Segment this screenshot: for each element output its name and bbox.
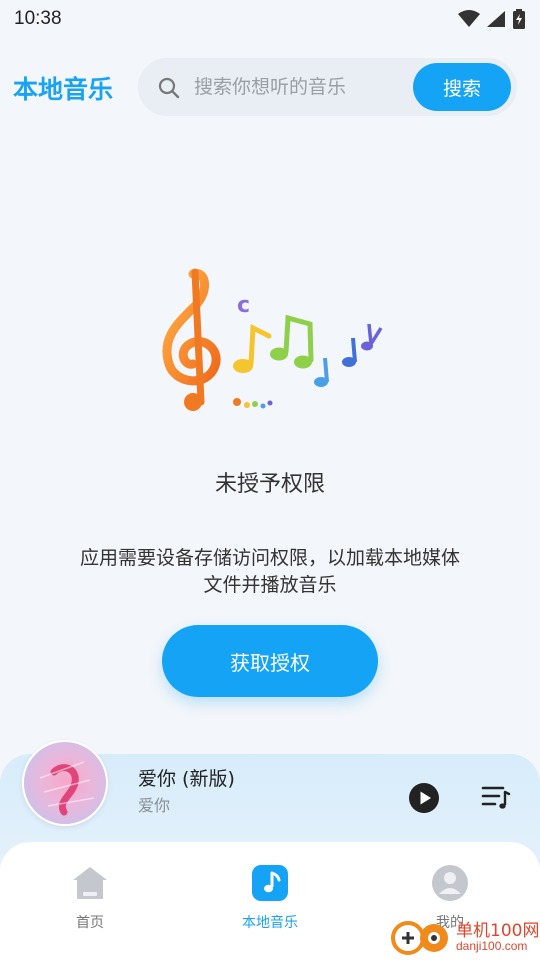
nav-item-local-music[interactable]: 本地音乐 <box>210 864 330 944</box>
permission-title: 未授予权限 <box>214 472 325 497</box>
watermark-name: 单机100网 <box>456 921 540 941</box>
search-input[interactable] <box>194 58 404 116</box>
watermark: 单机100网 danji100.com <box>388 912 540 960</box>
nav-label-local-music: 本地音乐 <box>242 915 298 931</box>
album-art[interactable] <box>22 740 108 826</box>
nav-item-home[interactable]: 首页 <box>30 864 150 944</box>
music-notes-illustration: c <box>155 262 390 422</box>
grant-permission-button[interactable]: 获取授权 <box>162 625 378 697</box>
song-artist: 爱你 <box>138 796 171 815</box>
watermark-logo-icon <box>391 921 448 955</box>
music-note-icon <box>251 864 289 902</box>
wifi-icon <box>458 10 480 28</box>
search-icon <box>158 77 180 103</box>
permission-description: 应用需要设备存储访问权限，以加载本地媒体文件并播放音乐 <box>80 547 461 596</box>
battery-charging-icon <box>512 9 526 29</box>
status-icons <box>458 9 526 29</box>
home-icon <box>71 864 109 902</box>
song-title: 爱你 (新版) <box>138 768 235 790</box>
status-bar: 10:38 <box>0 0 540 38</box>
signal-icon <box>486 10 506 28</box>
watermark-url: danji100.com <box>456 939 528 953</box>
page-title: 本地音乐 <box>13 75 114 104</box>
status-time: 10:38 <box>14 8 62 29</box>
svg-text:c: c <box>237 293 250 318</box>
header: 本地音乐 搜索 <box>0 56 540 118</box>
user-icon <box>431 864 469 902</box>
search-button[interactable]: 搜索 <box>413 63 511 111</box>
playlist-icon[interactable] <box>481 784 511 812</box>
search-box[interactable]: 搜索 <box>138 58 517 116</box>
play-icon[interactable] <box>408 782 440 814</box>
nav-label-home: 首页 <box>76 915 104 931</box>
